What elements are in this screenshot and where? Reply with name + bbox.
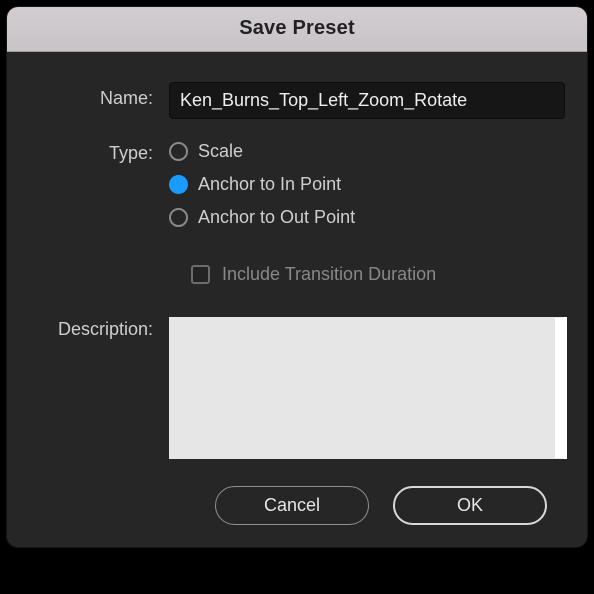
name-input[interactable]	[169, 82, 565, 119]
description-row: Description:	[27, 317, 567, 464]
radio-icon	[169, 142, 188, 161]
radio-scale-label: Scale	[198, 141, 243, 162]
ok-button[interactable]: OK	[393, 486, 547, 525]
radio-scale[interactable]: Scale	[169, 141, 567, 162]
checkbox-icon	[191, 265, 210, 284]
radio-anchor-in-label: Anchor to In Point	[198, 174, 341, 195]
type-label: Type:	[27, 137, 169, 164]
include-transition-row[interactable]: Include Transition Duration	[191, 264, 567, 285]
type-row: Type: Scale Anchor to In Point Anchor to…	[27, 137, 567, 285]
radio-icon	[169, 175, 188, 194]
description-textarea[interactable]	[169, 317, 567, 459]
radio-anchor-in[interactable]: Anchor to In Point	[169, 174, 567, 195]
type-field-col: Scale Anchor to In Point Anchor to Out P…	[169, 137, 567, 285]
include-transition-label: Include Transition Duration	[222, 264, 436, 285]
radio-icon	[169, 208, 188, 227]
radio-anchor-out-label: Anchor to Out Point	[198, 207, 355, 228]
dialog-title: Save Preset	[7, 7, 587, 52]
description-field-col	[169, 317, 567, 464]
name-field-col	[169, 82, 567, 119]
button-row: Cancel OK	[27, 486, 567, 525]
radio-anchor-out[interactable]: Anchor to Out Point	[169, 207, 567, 228]
cancel-button[interactable]: Cancel	[215, 486, 369, 525]
description-label: Description:	[27, 317, 169, 340]
name-label: Name:	[27, 82, 169, 109]
dialog-content: Name: Type: Scale Anchor to In Point	[7, 52, 587, 547]
save-preset-dialog: Save Preset Name: Type: Scale Anchor to …	[6, 6, 588, 548]
name-row: Name:	[27, 82, 567, 119]
type-radio-group: Scale Anchor to In Point Anchor to Out P…	[169, 137, 567, 285]
